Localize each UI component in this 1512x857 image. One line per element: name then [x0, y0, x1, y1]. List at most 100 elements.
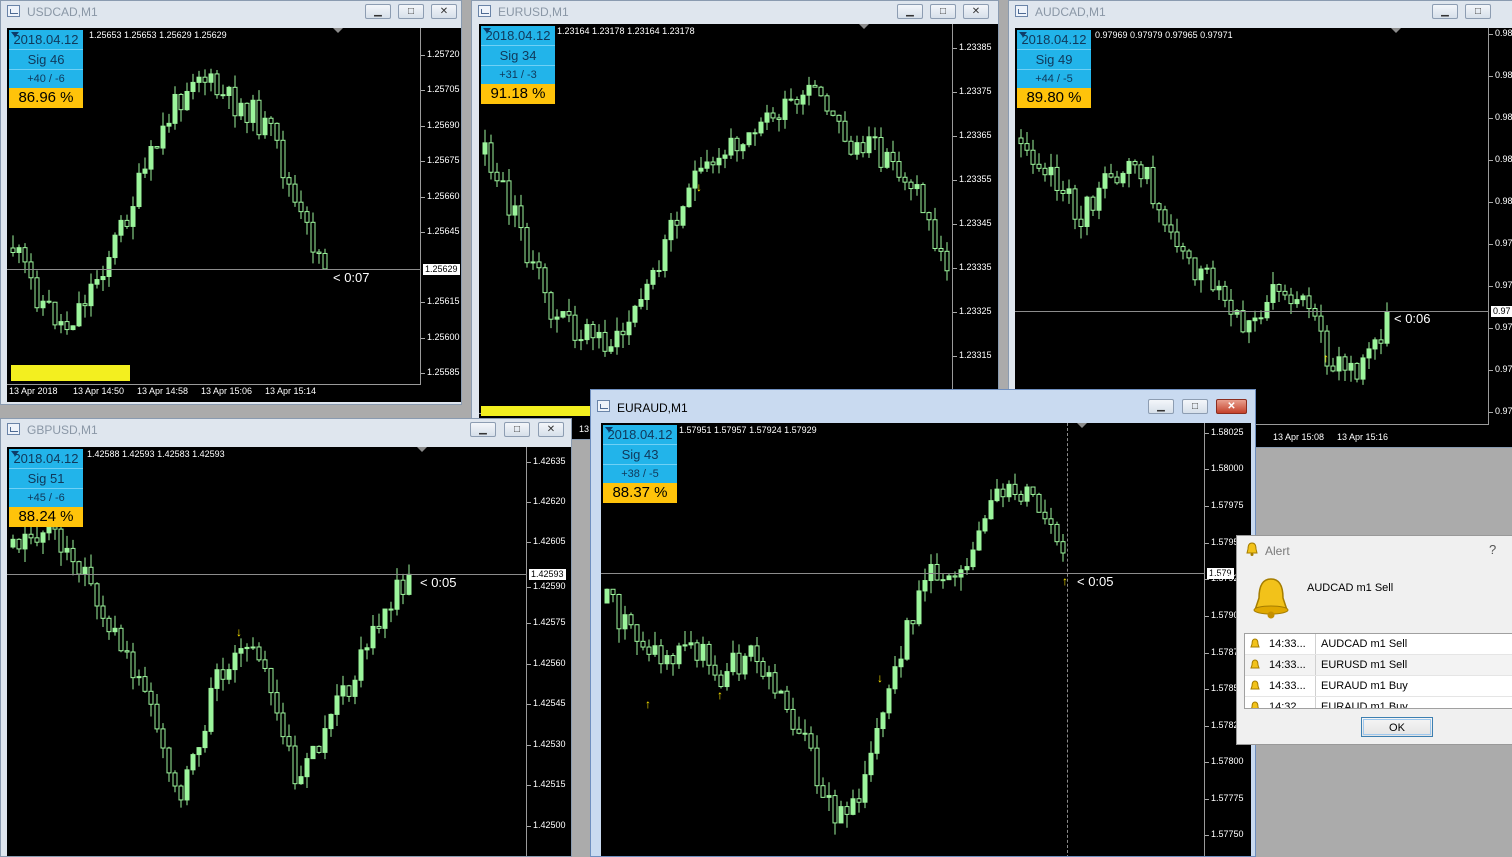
candle-body [1018, 137, 1024, 145]
candle-body [494, 171, 500, 182]
maximize-button[interactable]: □ [1182, 399, 1208, 414]
list-item[interactable]: 14:33... EURUSD m1 Sell [1245, 655, 1512, 676]
alert-history-list[interactable]: 14:33... AUDCAD m1 Sell 14:33... EURUSD … [1244, 633, 1512, 709]
candle-body [202, 730, 208, 749]
candle-body [812, 84, 818, 88]
time-tick: 13 Apr 15:14 [265, 386, 317, 396]
price-tick: 0.97 [1489, 238, 1512, 248]
candle-body [748, 645, 754, 657]
price-tick: 1.42560 [527, 658, 566, 668]
euraud-titlebar[interactable]: EURAUD,M1 ▁ □ ✕ [591, 390, 1255, 418]
time-tick: 13 Apr 15:08 [1273, 432, 1325, 442]
list-item[interactable]: 14:33... AUDCAD m1 Sell [1245, 634, 1512, 655]
price-tick: 0.97 [1489, 364, 1512, 374]
candle-body [1144, 166, 1150, 180]
minimize-button[interactable]: ▁ [365, 4, 391, 19]
euraud-candles [604, 473, 1066, 835]
candle-body [716, 157, 722, 166]
ok-button[interactable]: OK [1361, 717, 1433, 737]
candle-body [1318, 315, 1324, 332]
price-tick: 1.25600 [421, 332, 460, 342]
euraud-window[interactable]: EURAUD,M1 ▁ □ ✕ 1.57951 1.57957 1.57924 … [590, 389, 1256, 857]
maximize-button[interactable]: □ [398, 4, 424, 19]
usdcad-window[interactable]: USDCAD,M1 ▁ □ ✕ 1.25653 1.25653 1.25629 … [0, 0, 462, 405]
candle-body [1042, 511, 1048, 520]
maximize-button[interactable]: □ [504, 422, 530, 437]
candle-body [1018, 493, 1024, 502]
usdcad-chart[interactable]: 1.25653 1.25653 1.25629 1.25629 2018.04.… [7, 28, 461, 402]
candle-body [488, 142, 494, 173]
candle-body [22, 247, 28, 263]
candle-body [316, 251, 322, 254]
close-button[interactable]: ✕ [1216, 399, 1247, 414]
candle-body [746, 132, 752, 146]
candle-body [604, 588, 610, 604]
candle-body [856, 798, 862, 803]
audcad-chart[interactable]: 0.97969 0.97979 0.97965 0.97971 2018.04.… [1015, 28, 1512, 447]
close-button[interactable]: ✕ [538, 422, 564, 437]
price-tick: 1.23345 [953, 218, 992, 228]
gbpusd-titlebar[interactable]: GBPUSD,M1 ▁ □ ✕ [1, 419, 571, 441]
candle-body [698, 167, 704, 172]
close-button[interactable]: ✕ [431, 4, 457, 19]
minimize-button[interactable]: ▁ [470, 422, 496, 437]
bell-icon [1250, 638, 1260, 648]
price-tick: 1.57800 [1205, 756, 1244, 766]
maximize-button[interactable]: □ [930, 4, 956, 19]
audcad-titlebar[interactable]: AUDCAD,M1 ▁ □ [1009, 1, 1512, 23]
candle-body [1348, 362, 1354, 371]
candle-body [208, 687, 214, 732]
candle-body [10, 538, 16, 548]
candle-body [304, 758, 310, 778]
candle-body [1222, 285, 1228, 301]
time-tick: 13 Apr 15:06 [201, 386, 253, 396]
candle-body [518, 205, 524, 229]
time-tick: 13 Apr 14:58 [137, 386, 189, 396]
gbpusd-chart[interactable]: 1.42588 1.42593 1.42583 1.42593 2018.04.… [7, 447, 571, 856]
eurusd-chart[interactable]: 1.23164 1.23178 1.23164 1.23178 2018.04.… [479, 24, 998, 439]
candle-body [1354, 362, 1360, 380]
candle-body [106, 617, 112, 633]
candle-body [794, 99, 800, 105]
ohlc-readout: 1.23164 1.23178 1.23164 1.23178 [557, 26, 695, 36]
alert-dialog[interactable]: Alert ? AUDCAD m1 Sell 14:33... AUDCAD m… [1236, 535, 1512, 745]
gbpusd-candles [10, 520, 412, 808]
minimize-button[interactable]: ▁ [897, 4, 923, 19]
list-item[interactable]: 14:33... EURAUD m1 Buy [1245, 676, 1512, 697]
eurusd-window[interactable]: EURUSD,M1 ▁ □ ✕ 1.23164 1.23178 1.23164 … [471, 0, 999, 440]
candle-body [124, 650, 130, 653]
candle-body [1126, 160, 1132, 174]
buy-arrow-icon: ↑ [1323, 351, 1329, 365]
minimize-button[interactable]: ▁ [1148, 399, 1174, 414]
maximize-button[interactable]: □ [1465, 4, 1491, 19]
chart-window-icon [1015, 5, 1028, 17]
close-button[interactable]: ✕ [963, 4, 989, 19]
candle-body [64, 547, 70, 553]
alert-message: AUDCAD m1 Sell [1307, 582, 1394, 594]
candle-body [1366, 348, 1372, 359]
time-tick: 13 [579, 424, 590, 434]
candle-body [694, 642, 700, 661]
candle-body [1174, 231, 1180, 248]
price-tick: 1.42515 [527, 779, 566, 789]
candle-body [364, 647, 370, 651]
candle-body [610, 588, 616, 595]
chart-window-icon [478, 5, 491, 17]
eurusd-titlebar[interactable]: EURUSD,M1 ▁ □ ✕ [472, 1, 998, 23]
bell-icon [1250, 659, 1260, 669]
price-tick: 1.25690 [421, 120, 460, 130]
price-tick: 1.5795 [1205, 537, 1239, 547]
candle-body [1084, 196, 1090, 227]
alert-time: 14:33... [1269, 680, 1306, 692]
candle-body [850, 798, 856, 815]
list-item[interactable]: 14:32... EURAUD m1 Buy [1245, 697, 1512, 708]
euraud-chart[interactable]: 1.57951 1.57957 1.57924 1.57929 2018.04.… [601, 423, 1251, 856]
gbpusd-window[interactable]: GBPUSD,M1 ▁ □ ✕ 1.42588 1.42593 1.42583 … [0, 418, 572, 857]
candle-body [22, 533, 28, 550]
price-tick: 1.23365 [953, 130, 992, 140]
minimize-button[interactable]: ▁ [1432, 4, 1458, 19]
candle-body [1228, 299, 1234, 315]
help-button[interactable]: ? [1489, 542, 1496, 557]
usdcad-titlebar[interactable]: USDCAD,M1 ▁ □ ✕ [1, 1, 461, 23]
audcad-window[interactable]: AUDCAD,M1 ▁ □ 0.97969 0.97979 0.97965 0.… [1008, 0, 1512, 448]
